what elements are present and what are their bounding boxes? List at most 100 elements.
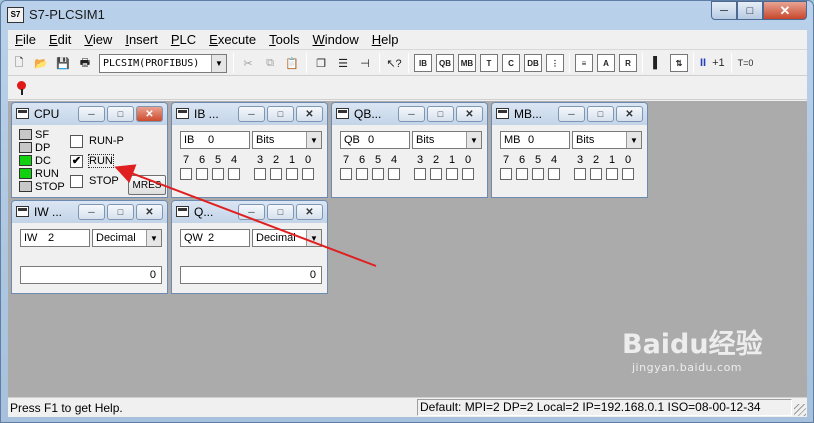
bit-checkbox[interactable] — [212, 168, 224, 180]
minimize-button[interactable]: ─ — [558, 106, 585, 122]
chevron-down-icon[interactable]: ▼ — [306, 230, 321, 246]
close-button[interactable]: ✕ — [136, 106, 163, 122]
insert-counter-icon[interactable]: C — [502, 54, 520, 72]
run-checkbox[interactable]: ✔ — [70, 154, 83, 168]
iw-format-select[interactable]: Decimal ▼ — [92, 229, 162, 247]
maximize-button[interactable]: □ — [107, 106, 134, 122]
qw-value-field[interactable]: 0 — [180, 266, 322, 284]
interface-combo[interactable]: PLCSIM(PROFIBUS) ▼ — [99, 53, 227, 73]
maximize-button[interactable]: □ — [267, 106, 294, 122]
pin-window-icon[interactable]: ⊣ — [356, 54, 374, 72]
chevron-down-icon[interactable]: ▼ — [211, 54, 226, 72]
bit-checkbox[interactable] — [356, 168, 368, 180]
bit-checkbox[interactable] — [372, 168, 384, 180]
cpu-window-titlebar[interactable]: CPU ─ □ ✕ — [12, 103, 167, 125]
close-button[interactable]: ✕ — [456, 106, 483, 122]
stop-checkbox[interactable] — [70, 174, 83, 188]
chevron-down-icon[interactable]: ▼ — [466, 132, 481, 148]
close-button[interactable]: ✕ — [296, 106, 323, 122]
single-scan-icon[interactable]: ▌ — [648, 54, 666, 72]
bit-checkbox[interactable] — [574, 168, 586, 180]
chevron-down-icon[interactable]: ▼ — [306, 132, 321, 148]
close-button[interactable]: ✕ — [616, 106, 643, 122]
menu-window[interactable]: Window — [306, 32, 365, 47]
close-button[interactable]: ✕ — [763, 1, 807, 20]
bit-checkbox[interactable] — [302, 168, 314, 180]
open-folder-icon[interactable]: 📂 — [32, 54, 50, 72]
resize-grip[interactable] — [794, 404, 806, 416]
bit-checkbox[interactable] — [286, 168, 298, 180]
reset-timers-button[interactable]: T=0 — [738, 58, 754, 68]
mb-format-select[interactable]: Bits ▼ — [572, 131, 642, 149]
bit-checkbox[interactable] — [516, 168, 528, 180]
insert-stack-icon[interactable]: ≡ — [575, 54, 593, 72]
bit-checkbox[interactable] — [606, 168, 618, 180]
menu-edit[interactable]: Edit — [42, 32, 77, 47]
insert-timer-icon[interactable]: T — [480, 54, 498, 72]
qb-address-field[interactable]: QB 0 — [340, 131, 410, 149]
mb-window[interactable]: MB... ─ □ ✕ MB 0 Bits ▼ 7 6 5 4 3 2 1 0 — [491, 102, 648, 198]
maximize-button[interactable]: □ — [587, 106, 614, 122]
bit-checkbox[interactable] — [414, 168, 426, 180]
menu-insert[interactable]: Insert — [118, 32, 164, 47]
maximize-button[interactable]: □ — [427, 106, 454, 122]
cascade-windows-icon[interactable]: ❐ — [312, 54, 330, 72]
qw-window[interactable]: Q... ─ □ ✕ QW 2 Decimal ▼ 0 — [171, 200, 328, 294]
qb-window[interactable]: QB... ─ □ ✕ QB 0 Bits ▼ 7 6 5 4 3 2 1 0 — [331, 102, 488, 198]
maximize-button[interactable]: □ — [737, 1, 763, 20]
context-help-icon[interactable]: ↖? — [385, 54, 403, 72]
maximize-button[interactable]: □ — [267, 204, 294, 220]
bit-checkbox[interactable] — [196, 168, 208, 180]
qw-window-titlebar[interactable]: Q... ─ □ ✕ — [172, 201, 327, 223]
bit-checkbox[interactable] — [532, 168, 544, 180]
ib-address-field[interactable]: IB 0 — [180, 131, 250, 149]
bit-checkbox[interactable] — [446, 168, 458, 180]
title-bar[interactable]: S7 S7-PLCSIM1 ─ □ ✕ — [1, 1, 813, 30]
bit-checkbox[interactable] — [500, 168, 512, 180]
paste-icon[interactable]: 📋 — [283, 54, 301, 72]
minimize-button[interactable]: ─ — [78, 204, 105, 220]
chevron-down-icon[interactable]: ▼ — [146, 230, 161, 246]
minimize-button[interactable]: ─ — [78, 106, 105, 122]
app-icon[interactable]: S7 — [7, 7, 24, 23]
menu-help[interactable]: Help — [365, 32, 405, 47]
mb-window-titlebar[interactable]: MB... ─ □ ✕ — [492, 103, 647, 125]
iw-window[interactable]: IW ... ─ □ ✕ IW 2 Decimal ▼ 0 — [11, 200, 168, 294]
insert-output-icon[interactable]: QB — [436, 54, 454, 72]
insert-bit-memory-icon[interactable]: MB — [458, 54, 476, 72]
mode-stop[interactable]: STOP — [70, 173, 119, 189]
bit-checkbox[interactable] — [340, 168, 352, 180]
bit-checkbox[interactable] — [622, 168, 634, 180]
close-button[interactable]: ✕ — [296, 204, 323, 220]
insert-block-register-icon[interactable]: R — [619, 54, 637, 72]
insert-input-icon[interactable]: IB — [414, 54, 432, 72]
mode-run-p[interactable]: RUN-P — [70, 133, 124, 149]
mb-address-field[interactable]: MB 0 — [500, 131, 570, 149]
cut-icon[interactable]: ✂ — [239, 54, 257, 72]
bit-checkbox[interactable] — [270, 168, 282, 180]
menu-execute[interactable]: Execute — [202, 32, 262, 47]
bit-checkbox[interactable] — [180, 168, 192, 180]
bit-checkbox[interactable] — [430, 168, 442, 180]
mode-run[interactable]: ✔ RUN — [70, 153, 114, 169]
print-icon[interactable]: 🖶 — [76, 54, 94, 72]
save-icon[interactable]: 💾 — [54, 54, 72, 72]
bit-checkbox[interactable] — [548, 168, 560, 180]
chevron-down-icon[interactable]: ▼ — [626, 132, 641, 148]
tile-windows-icon[interactable]: ☰ — [334, 54, 352, 72]
iw-value-field[interactable]: 0 — [20, 266, 162, 284]
cpu-window[interactable]: CPU ─ □ ✕ SF DP DC RUN STOP RUN-P ✔ RUN S… — [11, 102, 168, 198]
continuous-scan-icon[interactable]: ⇅ — [670, 54, 688, 72]
bit-checkbox[interactable] — [228, 168, 240, 180]
qw-address-field[interactable]: QW 2 — [180, 229, 250, 247]
iw-address-field[interactable]: IW 2 — [20, 229, 90, 247]
minimize-button[interactable]: ─ — [398, 106, 425, 122]
menu-view[interactable]: View — [77, 32, 118, 47]
insert-vertical-bits-icon[interactable]: ⋮ — [546, 54, 564, 72]
next-scan-button[interactable]: +1 — [712, 57, 725, 69]
bit-checkbox[interactable] — [462, 168, 474, 180]
minimize-button[interactable]: ─ — [238, 204, 265, 220]
menu-file[interactable]: File — [8, 32, 42, 47]
qb-format-select[interactable]: Bits ▼ — [412, 131, 482, 149]
maximize-button[interactable]: □ — [107, 204, 134, 220]
